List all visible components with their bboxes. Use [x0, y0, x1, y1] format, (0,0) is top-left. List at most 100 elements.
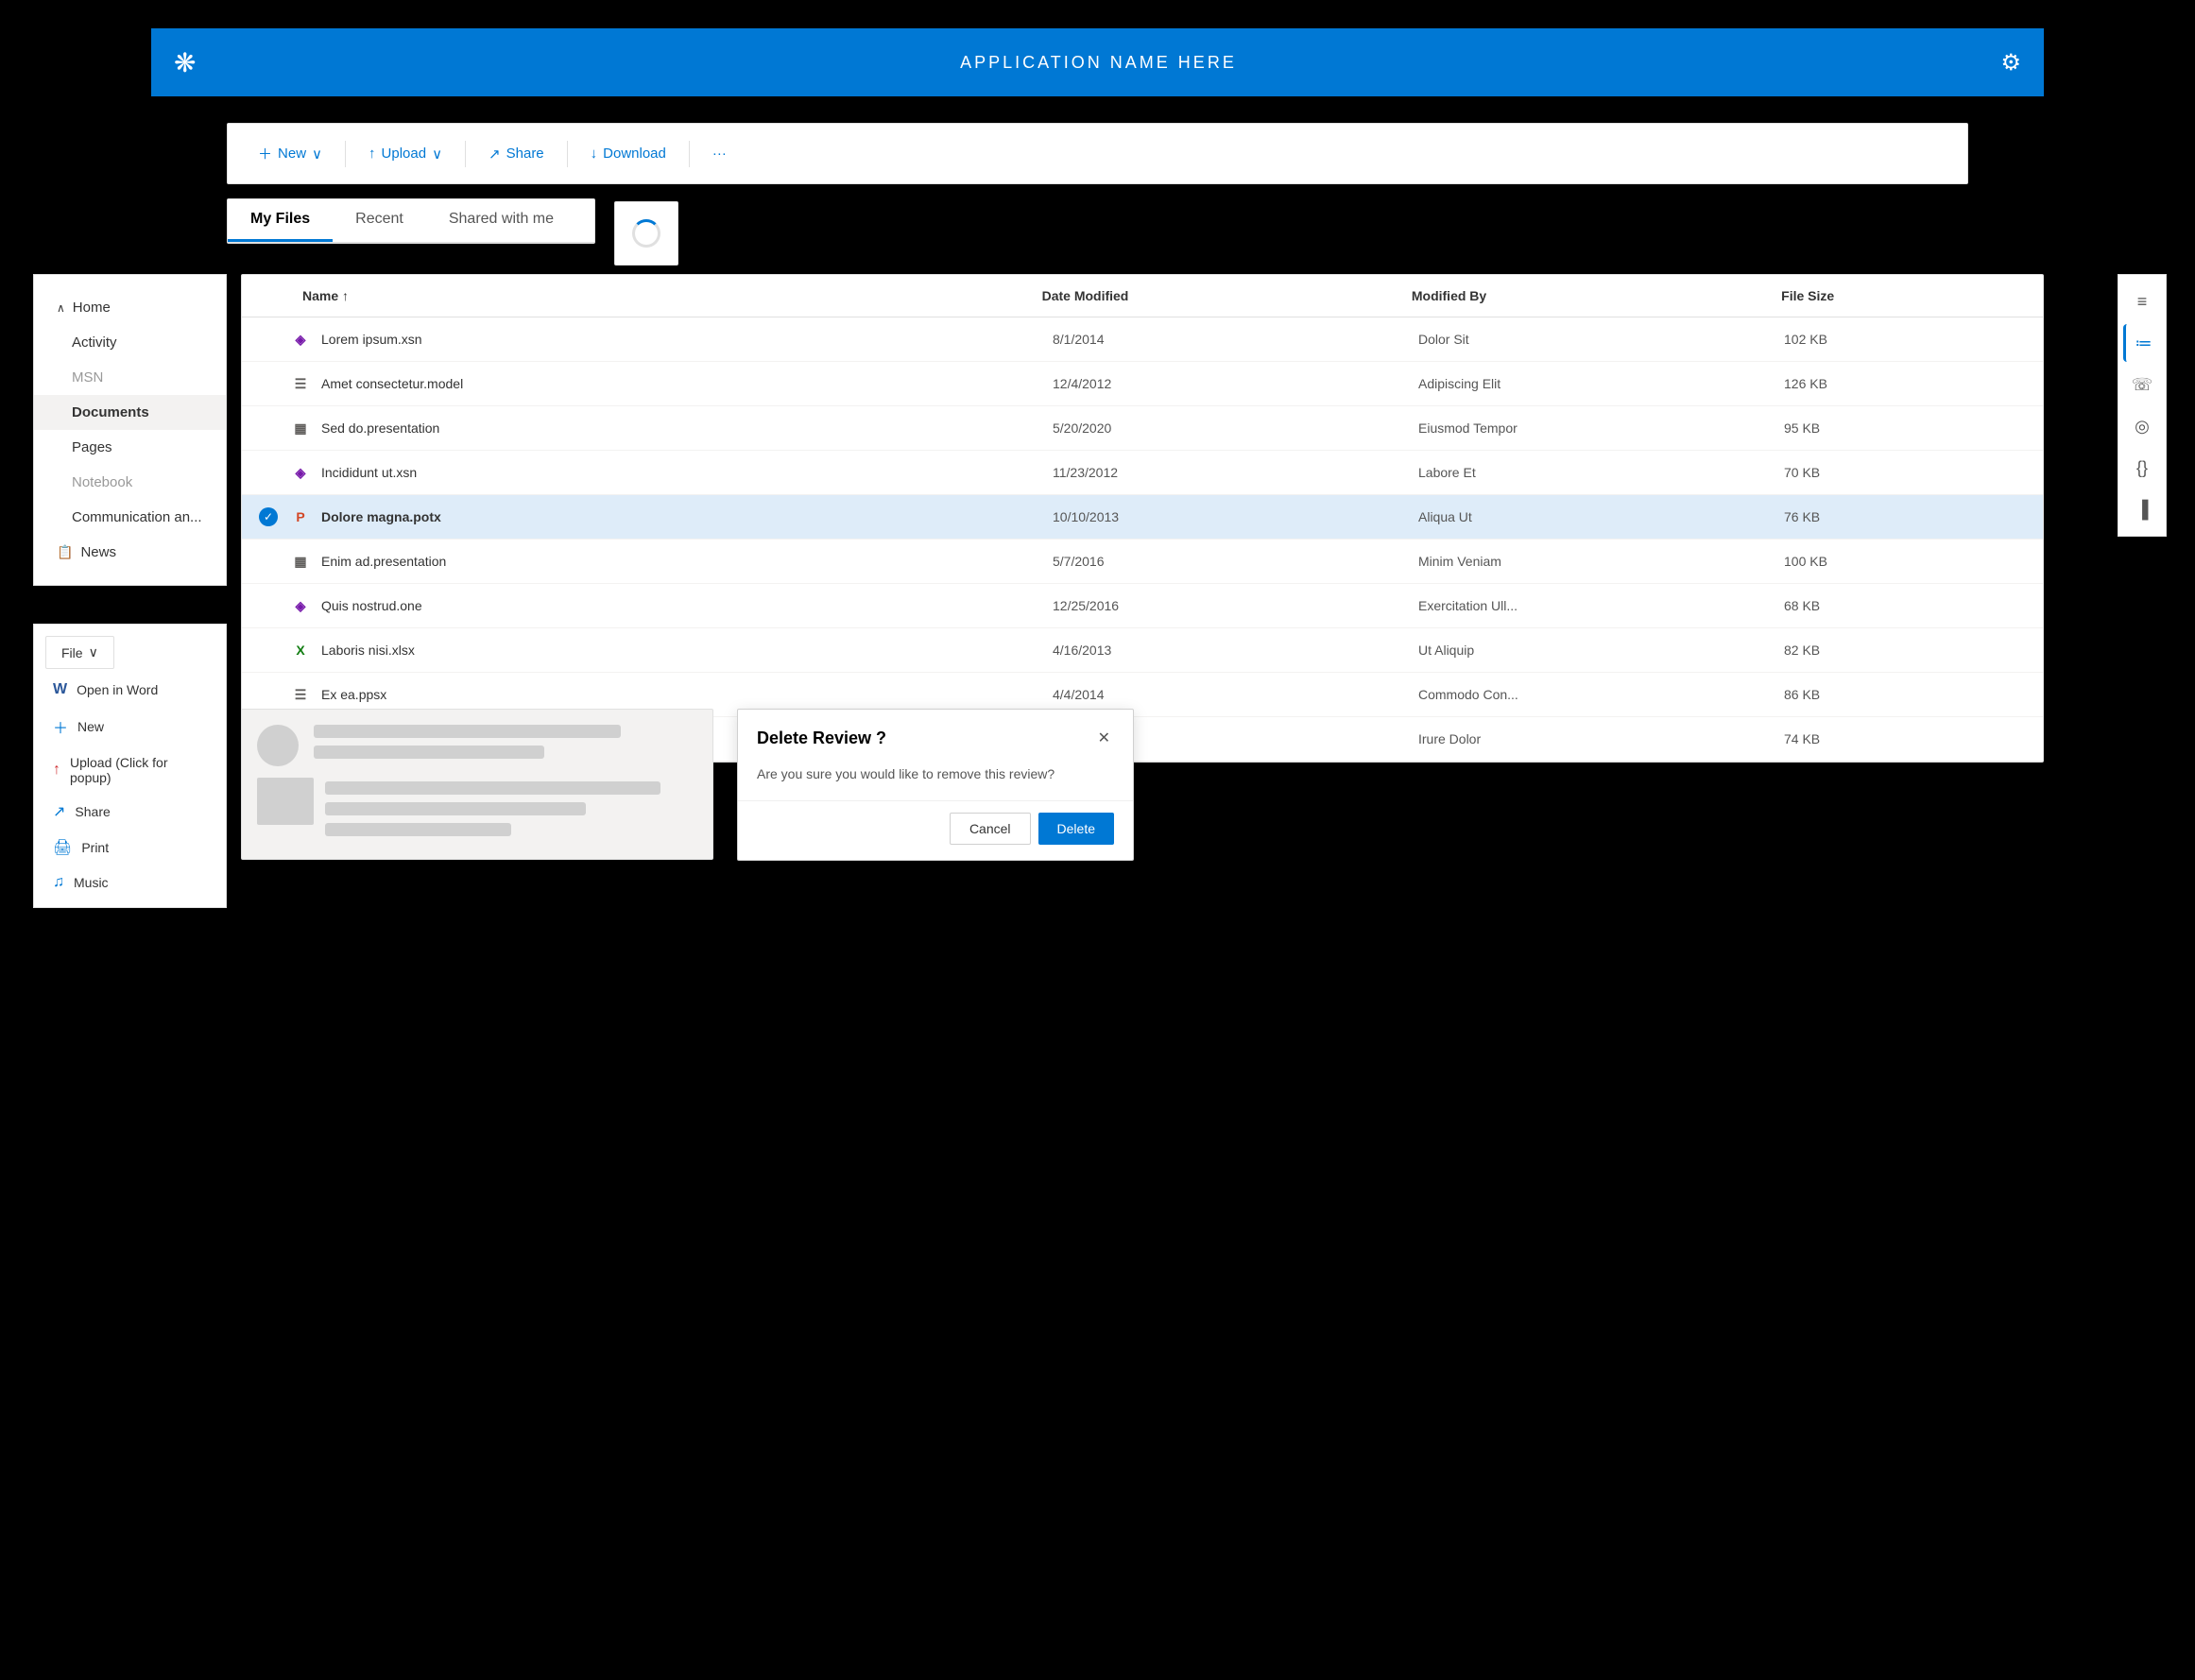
delete-modal: Delete Review ? ✕ Are you sure you would… [737, 709, 1134, 861]
sidebar-item-communication[interactable]: Communication an... [34, 500, 226, 535]
modal-delete-button[interactable]: Delete [1038, 813, 1114, 845]
file-menu-open-word[interactable]: W Open in Word [34, 673, 226, 707]
new-label: New [278, 146, 306, 162]
table-row[interactable]: X Laboris nisi.xlsx 4/16/2013 Ut Aliquip… [242, 628, 2043, 673]
preview-bottom-line-1 [325, 781, 660, 795]
row-check[interactable] [257, 372, 280, 395]
upload-menu-icon: ↑ [53, 762, 60, 779]
file-menu-music[interactable]: ♫ Music [34, 866, 226, 900]
row-check[interactable] [257, 683, 280, 706]
row-check[interactable] [257, 594, 280, 617]
table-row[interactable]: ◈ Lorem ipsum.xsn 8/1/2014 Dolor Sit 102… [242, 317, 2043, 362]
file-size: 70 KB [1784, 465, 2028, 480]
table-row[interactable]: ✓ P Dolore magna.potx 10/10/2013 Aliqua … [242, 495, 2043, 540]
file-type-icon: ▦ [289, 550, 312, 573]
new-button[interactable]: ＋ New ∨ [247, 136, 334, 171]
download-button[interactable]: ↓ Download [579, 138, 677, 169]
tab-my-files[interactable]: My Files [228, 199, 333, 242]
file-date: 5/7/2016 [1053, 554, 1418, 569]
row-check[interactable] [257, 461, 280, 484]
file-menu-print-label: Print [81, 840, 109, 855]
share-button[interactable]: ↗ Share [477, 138, 556, 170]
right-icon-braces[interactable]: {} [2123, 449, 2161, 487]
col-modified-header: Modified By [1412, 288, 1781, 303]
preview-bottom-lines [325, 778, 697, 836]
table-row[interactable]: ◈ Quis nostrud.one 12/25/2016 Exercitati… [242, 584, 2043, 628]
file-size: 126 KB [1784, 376, 2028, 391]
right-icon-list[interactable]: ≔ [2123, 324, 2161, 362]
right-icon-phone[interactable]: ☏ [2123, 366, 2161, 403]
upload-icon: ↑ [369, 146, 376, 162]
modal-header: Delete Review ? ✕ [738, 710, 1133, 759]
preview-line-1 [314, 725, 621, 738]
more-button[interactable]: ··· [701, 138, 738, 169]
chevron-down-icon-2: ∨ [432, 146, 442, 163]
news-icon: 📋 [57, 544, 73, 560]
preview-thumbnail [257, 778, 314, 825]
row-check[interactable] [257, 417, 280, 439]
file-name: Quis nostrud.one [321, 598, 1053, 613]
preview-avatar [257, 725, 299, 766]
settings-icon[interactable]: ⚙ [2000, 49, 2021, 77]
sidebar-item-pages[interactable]: Pages [34, 430, 226, 465]
share-menu-icon: ↗ [53, 802, 65, 821]
table-row[interactable]: ◈ Incididunt ut.xsn 11/23/2012 Labore Et… [242, 451, 2043, 495]
file-type-icon: P [289, 506, 312, 528]
file-name: Ex ea.ppsx [321, 687, 1053, 702]
file-menu-music-label: Music [74, 875, 109, 890]
plus-icon: ＋ [258, 144, 272, 163]
sidebar-notebook-label: Notebook [72, 474, 132, 490]
file-date: 4/16/2013 [1053, 643, 1418, 658]
file-modified-by: Labore Et [1418, 465, 1784, 480]
col-name-header[interactable]: Name ↑ [257, 288, 1042, 303]
file-dropdown-button[interactable]: File ∨ [45, 636, 114, 669]
table-row[interactable]: ▦ Enim ad.presentation 5/7/2016 Minim Ve… [242, 540, 2043, 584]
print-icon: 🖨 [53, 838, 72, 857]
preview-bottom-line-3 [325, 823, 511, 836]
right-icon-hamburger[interactable]: ≡ [2123, 283, 2161, 320]
file-modified-by: Exercitation Ull... [1418, 598, 1784, 613]
file-name: Incididunt ut.xsn [321, 465, 1053, 480]
file-menu-print[interactable]: 🖨 Print [34, 830, 226, 866]
file-menu-new-label: New [77, 719, 104, 734]
toolbar-divider-3 [567, 141, 568, 167]
download-label: Download [603, 146, 666, 162]
sidebar-item-news[interactable]: 📋 News [34, 535, 226, 570]
sidebar-item-activity[interactable]: Activity [34, 325, 226, 360]
file-menu-upload[interactable]: ↑ Upload (Click for popup) [34, 746, 226, 794]
spinner [632, 219, 660, 248]
file-menu-new[interactable]: ＋ New [34, 707, 226, 746]
file-menu-share[interactable]: ↗ Share [34, 794, 226, 830]
sidebar-item-home[interactable]: ∧ Home [34, 290, 226, 325]
file-date: 12/25/2016 [1053, 598, 1418, 613]
table-row[interactable]: ▦ Sed do.presentation 5/20/2020 Eiusmod … [242, 406, 2043, 451]
row-check[interactable] [257, 550, 280, 573]
tab-recent[interactable]: Recent [333, 199, 426, 242]
row-check[interactable]: ✓ [257, 506, 280, 528]
modal-close-button[interactable]: ✕ [1094, 725, 1114, 751]
modal-title: Delete Review ? [757, 729, 886, 748]
file-name: Dolore magna.potx [321, 509, 1053, 524]
sidebar-activity-label: Activity [72, 334, 117, 351]
file-size: 100 KB [1784, 554, 2028, 569]
tab-shared[interactable]: Shared with me [426, 199, 576, 242]
file-modified-by: Irure Dolor [1418, 731, 1784, 746]
music-icon: ♫ [53, 874, 64, 891]
sidebar-item-documents[interactable]: Documents [34, 395, 226, 430]
file-list-header: Name ↑ Date Modified Modified By File Si… [242, 275, 2043, 317]
file-size: 95 KB [1784, 420, 2028, 436]
sidebar-item-msn[interactable]: MSN [34, 360, 226, 395]
file-size: 74 KB [1784, 731, 2028, 746]
row-check[interactable] [257, 328, 280, 351]
file-modified-by: Dolor Sit [1418, 332, 1784, 347]
right-icon-chart[interactable]: ▐ [2123, 490, 2161, 528]
right-icon-signal[interactable]: ◎ [2123, 407, 2161, 445]
sidebar-item-notebook[interactable]: Notebook [34, 465, 226, 500]
table-row[interactable]: ☰ Amet consectetur.model 12/4/2012 Adipi… [242, 362, 2043, 406]
modal-cancel-button[interactable]: Cancel [950, 813, 1031, 845]
file-modified-by: Ut Aliquip [1418, 643, 1784, 658]
upload-button[interactable]: ↑ Upload ∨ [357, 138, 454, 170]
loading-spinner-area [614, 201, 678, 266]
sidebar-home-label: Home [73, 300, 111, 316]
row-check[interactable] [257, 639, 280, 661]
